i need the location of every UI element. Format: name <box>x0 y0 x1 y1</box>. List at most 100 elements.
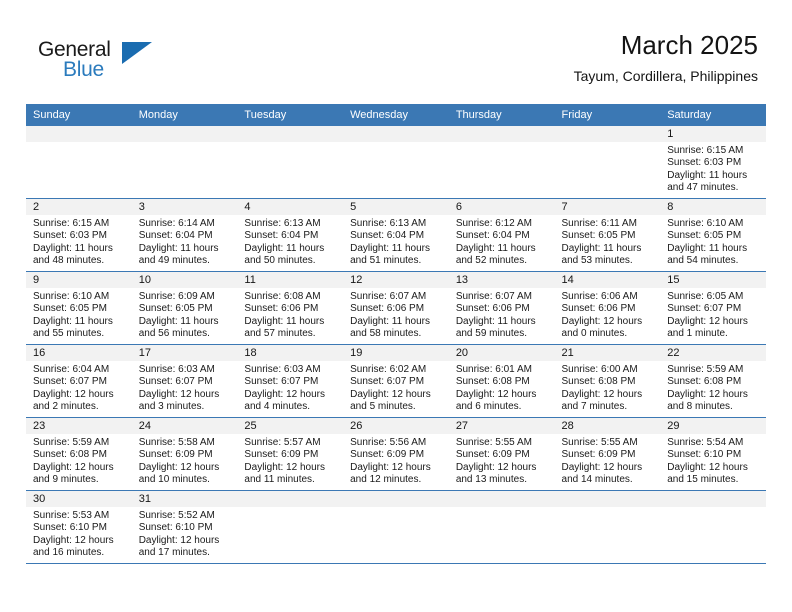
day-number: 21 <box>561 347 574 359</box>
daylight-line: Daylight: 11 hours <box>244 315 325 327</box>
page-subtitle: Tayum, Cordillera, Philippines <box>573 68 758 84</box>
calendar-day-cell[interactable]: 7 Sunrise: 6:11 AM Sunset: 6:05 PM Daylight… <box>554 198 661 272</box>
day-number-band <box>660 491 766 507</box>
day-number-band: 27 <box>448 418 555 434</box>
day-number: 17 <box>138 347 151 359</box>
calendar-day-cell[interactable]: 11 Sunrise: 6:08 AM Sunset: 6:06 PM Dayligh… <box>237 271 344 345</box>
day-cell-inner: 21 Sunrise: 6:00 AM Sunset: 6:08 PM Dayligh… <box>554 345 661 417</box>
calendar-day-cell[interactable]: 28 Sunrise: 5:55 AM Sunset: 6:09 PM Dayligh… <box>554 417 661 491</box>
daylight-line: Daylight: 11 hours <box>455 242 536 254</box>
sunset-line: Sunset: 6:06 PM <box>350 303 425 315</box>
day-number-band: 8 <box>660 199 766 215</box>
weekday-header-row: Sunday Monday Tuesday Wednesday Thursday… <box>26 104 766 126</box>
day-number-band: 25 <box>237 418 344 434</box>
sunset-line: Sunset: 6:07 PM <box>138 376 213 388</box>
day-number-band <box>237 126 344 142</box>
sunset-line: Sunset: 6:10 PM <box>667 449 742 461</box>
calendar-day-cell[interactable]: 3 Sunrise: 6:14 AM Sunset: 6:04 PM Daylight… <box>131 198 238 272</box>
day-number: 2 <box>33 201 40 213</box>
day-number: 19 <box>350 347 363 359</box>
calendar-day-cell[interactable]: 1 Sunrise: 6:15 AM Sunset: 6:03 PM Daylight… <box>660 126 766 199</box>
day-number-band: 2 <box>26 199 132 215</box>
day-number-band: 30 <box>26 491 132 507</box>
daylight-line: Daylight: 11 hours <box>667 242 748 254</box>
calendar-day-cell[interactable]: 26 Sunrise: 5:56 AM Sunset: 6:09 PM Dayligh… <box>343 417 449 491</box>
day-cell-inner: 15 Sunrise: 6:05 AM Sunset: 6:07 PM Dayligh… <box>660 272 766 344</box>
calendar-day-cell[interactable]: 6 Sunrise: 6:12 AM Sunset: 6:04 PM Daylight… <box>448 198 555 272</box>
sunset-line: Sunset: 6:08 PM <box>455 376 530 388</box>
day-number: 29 <box>667 420 680 432</box>
day-cell-inner <box>237 126 344 198</box>
calendar-day-cell[interactable]: 8 Sunrise: 6:10 AM Sunset: 6:05 PM Daylight… <box>660 198 766 272</box>
daylight-line-cont: and 54 minutes. <box>667 254 739 266</box>
day-number: 25 <box>244 420 257 432</box>
calendar-day-cell[interactable]: 19 Sunrise: 6:02 AM Sunset: 6:07 PM Dayligh… <box>343 344 449 418</box>
sunrise-line: Sunrise: 5:56 AM <box>350 437 427 448</box>
calendar-day-cell[interactable]: 9 Sunrise: 6:10 AM Sunset: 6:05 PM Daylight… <box>26 271 132 345</box>
daylight-line-cont: and 51 minutes. <box>350 254 422 266</box>
weekday-header-friday: Friday <box>554 104 661 126</box>
daylight-line: Daylight: 11 hours <box>561 242 642 254</box>
calendar-day-cell[interactable]: 27 Sunrise: 5:55 AM Sunset: 6:09 PM Dayligh… <box>448 417 555 491</box>
day-cell-inner: 2 Sunrise: 6:15 AM Sunset: 6:03 PM Daylight… <box>26 199 132 271</box>
calendar-day-cell[interactable]: 24 Sunrise: 5:58 AM Sunset: 6:09 PM Dayligh… <box>131 417 238 491</box>
weekday-header-saturday: Saturday <box>660 104 766 126</box>
day-details: Sunrise: 5:59 AM Sunset: 6:08 PM Daylight:… <box>26 434 132 486</box>
calendar-day-cell[interactable]: 22 Sunrise: 5:59 AM Sunset: 6:08 PM Dayligh… <box>660 344 766 418</box>
general-blue-logo[interactable]: General Blue <box>38 38 178 90</box>
daylight-line-cont: and 58 minutes. <box>350 327 422 339</box>
day-details: Sunrise: 5:54 AM Sunset: 6:10 PM Daylight:… <box>660 434 766 486</box>
day-number: 13 <box>455 274 469 286</box>
calendar-day-cell[interactable]: 16 Sunrise: 6:04 AM Sunset: 6:07 PM Dayligh… <box>26 344 132 418</box>
calendar-day-cell[interactable]: 23 Sunrise: 5:59 AM Sunset: 6:08 PM Dayligh… <box>26 417 132 491</box>
calendar-day-cell[interactable]: 18 Sunrise: 6:03 AM Sunset: 6:07 PM Dayligh… <box>237 344 344 418</box>
day-number: 10 <box>138 274 151 286</box>
calendar-day-cell[interactable]: 10 Sunrise: 6:09 AM Sunset: 6:05 PM Dayligh… <box>131 271 238 345</box>
day-number: 6 <box>455 201 462 213</box>
day-details: Sunrise: 5:55 AM Sunset: 6:09 PM Daylight:… <box>449 434 555 486</box>
day-details: Sunrise: 5:56 AM Sunset: 6:09 PM Daylight:… <box>343 434 449 486</box>
calendar-day-cell[interactable]: 15 Sunrise: 6:05 AM Sunset: 6:07 PM Dayligh… <box>660 271 766 345</box>
day-number-band: 14 <box>554 272 661 288</box>
day-details: Sunrise: 6:05 AM Sunset: 6:07 PM Daylight:… <box>660 288 766 340</box>
daylight-line-cont: and 6 minutes. <box>455 400 522 412</box>
calendar-day-cell[interactable]: 13 Sunrise: 6:07 AM Sunset: 6:06 PM Dayligh… <box>448 271 555 345</box>
sunrise-line: Sunrise: 5:59 AM <box>33 437 110 448</box>
daylight-line: Daylight: 12 hours <box>33 461 114 473</box>
daylight-line-cont: and 7 minutes. <box>561 400 628 412</box>
calendar-day-cell[interactable]: 25 Sunrise: 5:57 AM Sunset: 6:09 PM Dayligh… <box>237 417 344 491</box>
day-details: Sunrise: 6:07 AM Sunset: 6:06 PM Daylight:… <box>449 288 555 340</box>
sunrise-line: Sunrise: 5:52 AM <box>138 510 215 521</box>
day-details: Sunrise: 5:52 AM Sunset: 6:10 PM Daylight:… <box>132 507 238 559</box>
daylight-line: Daylight: 11 hours <box>350 315 430 327</box>
day-details: Sunrise: 6:08 AM Sunset: 6:06 PM Daylight:… <box>237 288 343 340</box>
day-cell-inner: 1 Sunrise: 6:15 AM Sunset: 6:03 PM Daylight… <box>660 126 766 198</box>
day-number: 9 <box>33 274 40 286</box>
day-number: 31 <box>138 493 151 505</box>
day-cell-inner: 3 Sunrise: 6:14 AM Sunset: 6:04 PM Daylight… <box>131 199 238 271</box>
sunset-line: Sunset: 6:04 PM <box>244 230 319 242</box>
calendar-day-cell[interactable]: 5 Sunrise: 6:13 AM Sunset: 6:04 PM Daylight… <box>343 198 449 272</box>
calendar-day-cell[interactable]: 2 Sunrise: 6:15 AM Sunset: 6:03 PM Daylight… <box>26 198 132 272</box>
calendar-week-row: 16 Sunrise: 6:04 AM Sunset: 6:07 PM Dayligh… <box>26 344 766 418</box>
day-number-band: 26 <box>343 418 449 434</box>
calendar-day-cell[interactable]: 30 Sunrise: 5:53 AM Sunset: 6:10 PM Dayligh… <box>26 490 132 564</box>
daylight-line: Daylight: 11 hours <box>33 242 113 254</box>
calendar-day-cell[interactable]: 17 Sunrise: 6:03 AM Sunset: 6:07 PM Dayligh… <box>131 344 238 418</box>
calendar-day-cell[interactable]: 4 Sunrise: 6:13 AM Sunset: 6:04 PM Daylight… <box>237 198 344 272</box>
day-cell-inner: 7 Sunrise: 6:11 AM Sunset: 6:05 PM Daylight… <box>554 199 661 271</box>
day-number-band: 1 <box>660 126 766 142</box>
daylight-line: Daylight: 12 hours <box>561 388 643 400</box>
calendar-day-cell[interactable]: 12 Sunrise: 6:07 AM Sunset: 6:06 PM Dayligh… <box>343 271 449 345</box>
weekday-header-sunday: Sunday <box>26 104 132 126</box>
day-number: 28 <box>561 420 574 432</box>
calendar-day-cell[interactable]: 29 Sunrise: 5:54 AM Sunset: 6:10 PM Dayligh… <box>660 417 766 491</box>
calendar-day-cell[interactable]: 20 Sunrise: 6:01 AM Sunset: 6:08 PM Dayligh… <box>448 344 555 418</box>
day-number-band: 3 <box>131 199 238 215</box>
calendar-day-cell[interactable]: 21 Sunrise: 6:00 AM Sunset: 6:08 PM Dayligh… <box>554 344 661 418</box>
calendar-day-cell[interactable]: 14 Sunrise: 6:06 AM Sunset: 6:06 PM Dayligh… <box>554 271 661 345</box>
calendar-day-cell[interactable]: 31 Sunrise: 5:52 AM Sunset: 6:10 PM Dayligh… <box>131 490 238 564</box>
sunset-line: Sunset: 6:06 PM <box>244 303 319 315</box>
sunset-line: Sunset: 6:08 PM <box>667 376 742 388</box>
day-number-band: 31 <box>131 491 238 507</box>
